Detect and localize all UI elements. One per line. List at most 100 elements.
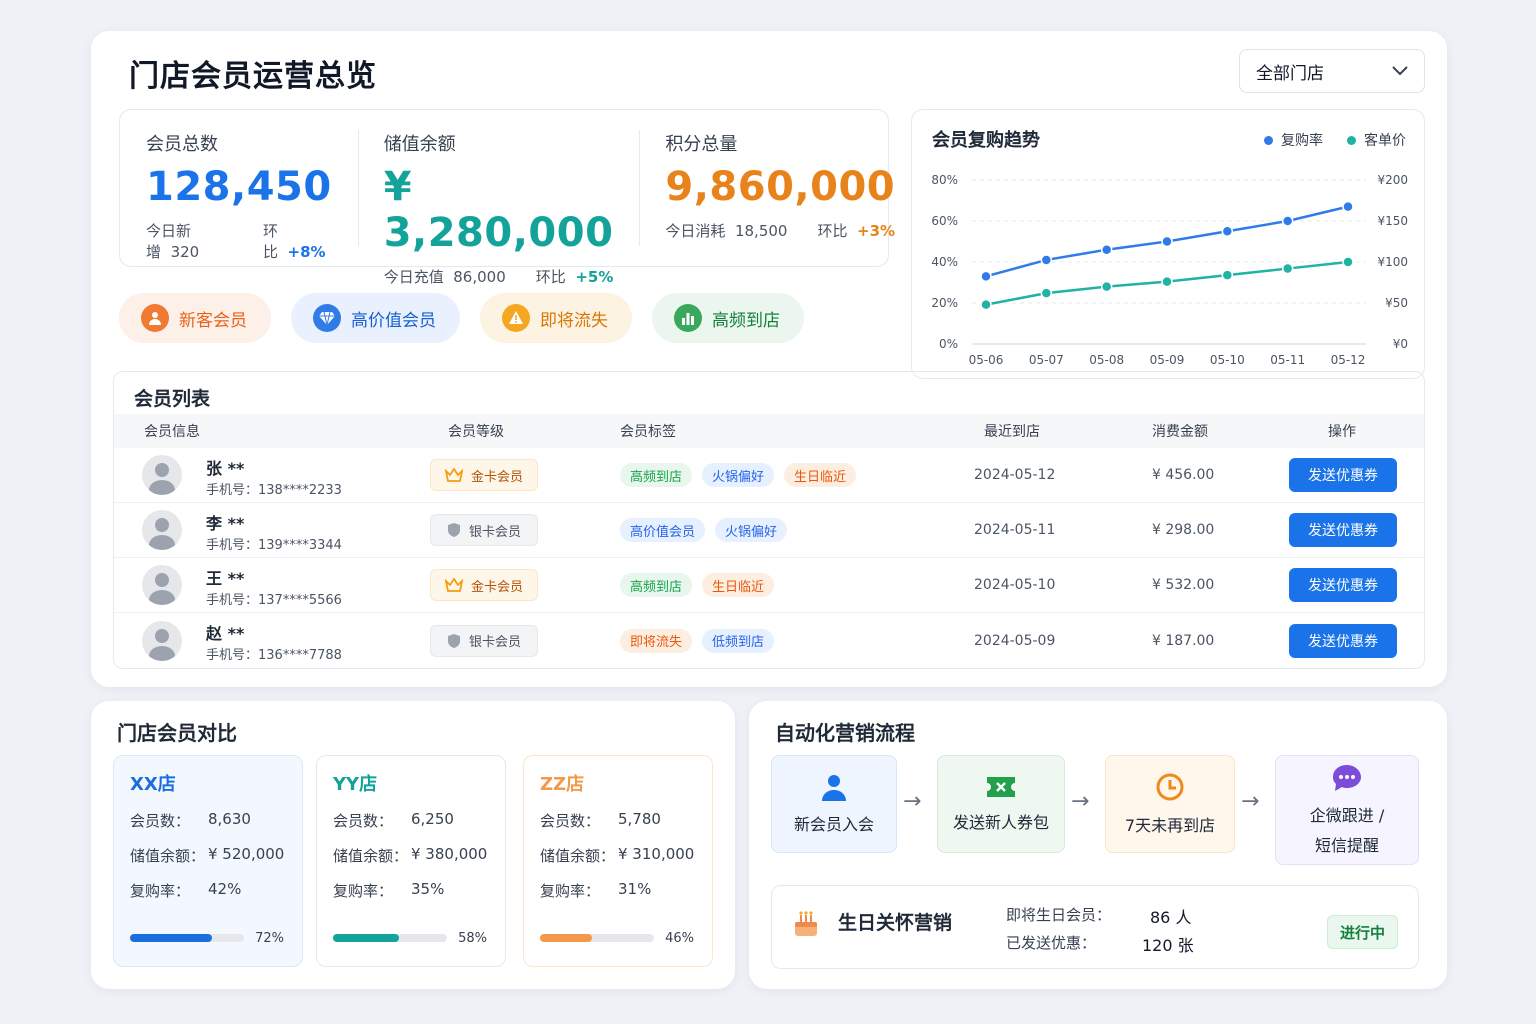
flow-step-no-visit[interactable]: 7天未再到店 — [1105, 755, 1235, 853]
send-coupon-button[interactable]: 发送优惠券 — [1289, 513, 1397, 547]
kv-value: ¥ 380,000 — [411, 845, 488, 863]
store-card[interactable]: XX店 会员数： 8,630 储值余额： ¥ 520,000 复购率： 42% 72% — [113, 755, 303, 967]
store-card[interactable]: YY店 会员数： 6,250 储值余额： ¥ 380,000 复购率： 35% 58% — [316, 755, 506, 967]
send-coupon-button[interactable]: 发送优惠券 — [1289, 623, 1397, 658]
stat-sub-compare: 环比 +5% — [536, 266, 614, 287]
kv-value: 5,780 — [618, 810, 661, 828]
page-title: 门店会员运营总览 — [129, 59, 377, 94]
segment-label: 高价值会员 — [351, 310, 436, 331]
data-point — [1342, 256, 1354, 268]
send-coupon-button[interactable]: 发送优惠券 — [1289, 458, 1397, 492]
flow-step-label: 企微跟进 / — [1309, 806, 1385, 825]
store-members: 会员数： 5,780 — [540, 810, 696, 831]
data-point — [1221, 225, 1234, 237]
stat-total-members: 会员总数 128,450 今日新增 320 环比 +8% — [120, 110, 358, 266]
segment-label: 新客会员 — [179, 310, 247, 331]
x-tick: 05-10 — [1210, 353, 1245, 367]
avatar — [142, 565, 182, 605]
x-tick: 05-07 — [1029, 353, 1064, 367]
upcoming-value: 86 人 — [1150, 908, 1192, 927]
table-row: 赵 ** 手机号：136****7788 银卡会员 即将流失 低频到店 2024-… — [114, 613, 1424, 668]
bar-chart-icon — [674, 304, 702, 332]
cake-icon — [795, 911, 817, 936]
kv-value: 42% — [208, 880, 242, 898]
member-tag: 火锅偏好 — [702, 463, 775, 487]
last-visit-date: 2024-05-10 — [974, 577, 1056, 593]
cmp-value: +5% — [575, 268, 614, 286]
segment-new-members[interactable]: 新客会员 — [119, 293, 271, 343]
member-tags: 高价值会员 火锅偏好 — [620, 518, 788, 542]
stats-panel: 会员总数 128,450 今日新增 320 环比 +8% 储值余额 ¥ 3,28… — [119, 109, 895, 286]
phone-label: 手机号： — [206, 593, 259, 608]
ticket-icon — [987, 777, 1015, 797]
member-tag: 高价值会员 — [620, 518, 706, 542]
header-member-info: 会员信息 — [144, 424, 200, 440]
phone-value: 136****7788 — [258, 648, 342, 663]
data-point — [1040, 287, 1053, 299]
member-tags: 高频到店 火锅偏好 生日临近 — [620, 463, 857, 487]
member-list: 会员列表 会员信息 会员等级 会员标签 最近到店 消费金额 操作 张 ** 手机… — [113, 371, 1425, 669]
cmp-value: +8% — [287, 243, 326, 261]
y-left-tick: 80% — [931, 173, 958, 187]
phone-label: 手机号： — [206, 483, 259, 498]
kv-value: ¥ 310,000 — [618, 845, 695, 863]
stat-sub-compare: 环比 +8% — [263, 220, 332, 262]
segment-label: 高频到店 — [712, 310, 780, 331]
avatar — [142, 620, 182, 661]
sub-value: 18,500 — [734, 222, 788, 240]
crown-icon — [444, 578, 463, 592]
kv-value: 8,630 — [208, 810, 251, 828]
cmp-label: 环比 — [262, 222, 278, 261]
member-name: 李 ** — [206, 514, 245, 533]
store-card[interactable]: ZZ店 会员数： 5,780 储值余额： ¥ 310,000 复购率： 31% 46% — [523, 755, 713, 967]
warning-icon — [502, 304, 530, 332]
status-badge: 进行中 — [1326, 915, 1398, 949]
member-tag: 高频到店 — [620, 463, 693, 487]
flow-step-send-coupon[interactable]: 发送新人券包 — [937, 755, 1065, 853]
level-label: 金卡会员 — [470, 579, 523, 595]
data-point — [1221, 269, 1234, 281]
birthday-campaign[interactable]: 生日关怀营销 即将生日会员： 86 人 已发送优惠： 120 张 进行中 — [771, 885, 1419, 969]
crown-icon — [444, 468, 463, 482]
y-left-tick: 40% — [931, 255, 958, 269]
spend-amount: ¥ 298.00 — [1152, 522, 1215, 538]
phone-value: 138****2233 — [258, 483, 342, 498]
kv-label: 会员数： — [333, 812, 394, 830]
kv-label: 复购率： — [333, 882, 394, 900]
segment-churn-risk[interactable]: 即将流失 — [480, 293, 632, 343]
stat-balance: 储值余额 ¥ 3,280,000 今日充值 86,000 环比 +5% — [357, 110, 640, 286]
kv-value: 35% — [411, 880, 445, 898]
stat-label: 会员总数 — [146, 134, 218, 155]
segment-label: 即将流失 — [540, 310, 608, 331]
kv-value: ¥ 520,000 — [208, 845, 285, 863]
phone-value: 139****3344 — [258, 538, 342, 553]
arrow-right-icon: → — [903, 789, 922, 814]
store-compare-card: 门店会员对比 XX店 会员数： 8,630 储值余额： ¥ 520,000 复购率：… — [91, 701, 735, 989]
table-header: 会员信息 会员等级 会员标签 最近到店 消费金额 操作 — [114, 414, 1424, 448]
store-select[interactable]: 全部门店 — [1239, 49, 1425, 93]
data-point — [980, 298, 992, 311]
member-tag: 火锅偏好 — [715, 518, 788, 542]
sub-label: 今日消耗 — [665, 222, 726, 240]
segment-high-value[interactable]: 高价值会员 — [291, 293, 460, 343]
kv-label: 储值余额： — [540, 847, 616, 865]
phone-label: 手机号： — [206, 538, 259, 553]
overview-card: 门店会员运营总览 全部门店 会员总数 128,450 今日新增 320 环比 +… — [91, 31, 1447, 687]
last-visit-date: 2024-05-12 — [974, 467, 1056, 483]
stat-sub-today: 今日新增 320 — [146, 220, 233, 262]
data-point — [1342, 200, 1354, 213]
y-right-tick: ¥200 — [1377, 173, 1408, 187]
header-action: 操作 — [1328, 424, 1356, 440]
member-tag: 生日临近 — [784, 463, 857, 487]
stat-sub: 今日新增 320 环比 +8% — [146, 220, 332, 262]
store-repurchase: 复购率： 42% — [130, 880, 286, 901]
send-coupon-button[interactable]: 发送优惠券 — [1289, 568, 1397, 602]
flow-step-new-member[interactable]: 新会员入会 — [771, 755, 897, 853]
progress-fill — [540, 934, 593, 942]
progress-label: 58% — [458, 931, 487, 946]
segment-frequent[interactable]: 高频到店 — [652, 293, 804, 343]
diamond-icon — [313, 304, 341, 332]
flow-step-follow-up[interactable]: 企微跟进 / 短信提醒 — [1275, 755, 1419, 865]
chat-icon — [1333, 765, 1361, 791]
store-name: XX店 — [130, 774, 176, 795]
